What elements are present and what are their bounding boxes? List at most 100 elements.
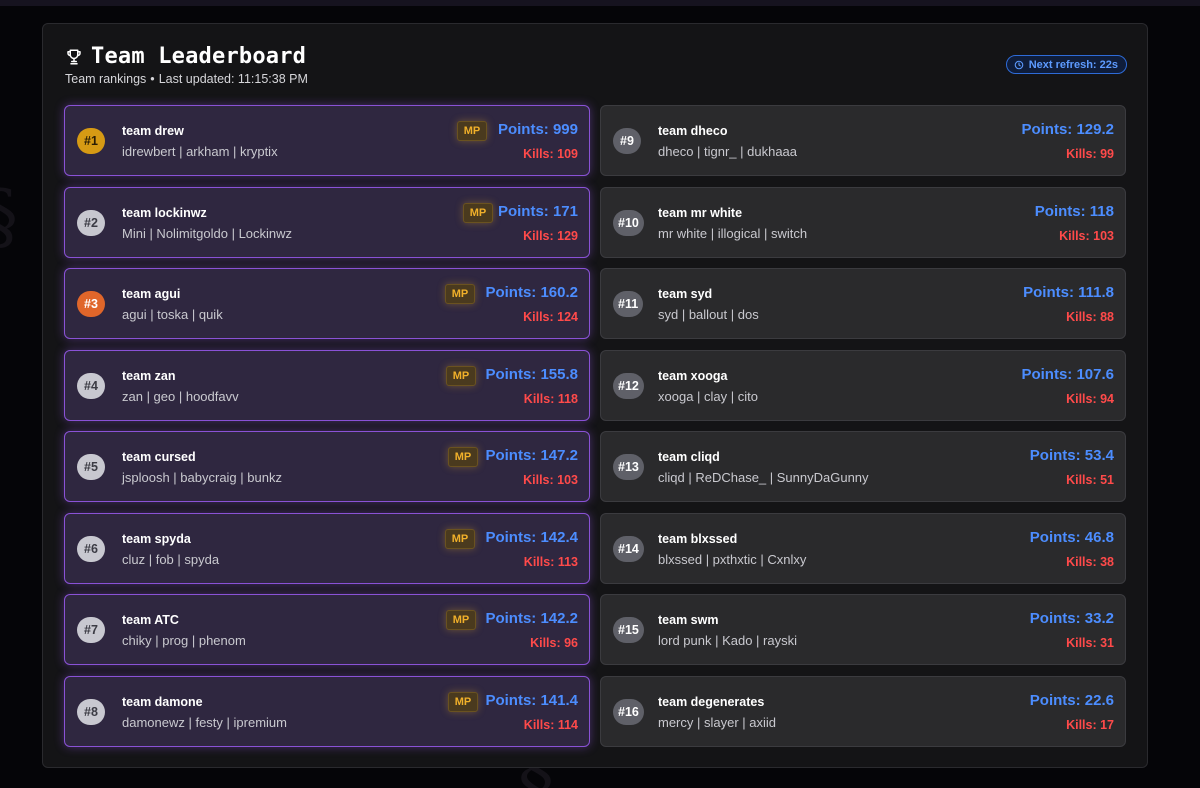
team-points: Points: 129.2 — [1021, 121, 1114, 138]
team-card[interactable]: #2 team lockinwz Mini | Nolimitgoldo | L… — [64, 186, 590, 258]
team-info: team damone damonewz | festy | ipremium — [122, 695, 287, 730]
rank-badge: #8 — [77, 698, 105, 725]
team-info: team mr white mr white | illogical | swi… — [658, 206, 807, 241]
team-card[interactable]: #1 team drew idrewbert | arkham | krypti… — [64, 105, 590, 176]
team-name: team agui — [122, 287, 181, 301]
team-points: Points: 111.8 — [1023, 284, 1114, 301]
team-info: team swm lord punk | Kado | rayski — [658, 613, 797, 648]
rank-badge: #14 — [613, 535, 644, 562]
team-points: Points: 22.6 — [1029, 691, 1114, 709]
refresh-label: Next refresh: 22s — [1028, 58, 1118, 71]
team-kills: Kills: 88 — [1066, 310, 1114, 324]
subtitle-prefix: Team rankings — [65, 72, 147, 86]
team-kills: Kills: 94 — [1066, 391, 1114, 406]
team-players: jsploosh | babycraig | bunkz — [122, 470, 282, 485]
team-kills: Kills: 17 — [1066, 717, 1114, 732]
team-info: team syd syd | ballout | dos — [658, 287, 759, 322]
team-players: lord punk | Kado | rayski — [658, 633, 797, 648]
mp-badge: MP — [448, 447, 478, 467]
team-card[interactable]: #14 team blxssed blxssed | pxthxtic | Cx… — [600, 512, 1126, 584]
team-info: team xooga xooga | clay | cito — [658, 369, 758, 404]
team-kills: Kills: 118 — [523, 391, 578, 406]
team-name: team blxssed — [658, 531, 738, 546]
team-card[interactable]: #6 team spyda cluz | fob | spyda MP Poin… — [64, 512, 590, 584]
team-info: team cliqd cliqd | ReDChase_ | SunnyDaGu… — [658, 450, 869, 485]
team-card[interactable]: #12 team xooga xooga | clay | cito Point… — [600, 349, 1126, 421]
team-name: team syd — [658, 287, 713, 301]
title-row: Team Leaderboard — [65, 44, 308, 69]
team-card[interactable]: #5 team cursed jsploosh | babycraig | bu… — [64, 431, 590, 502]
team-name: team lockinwz — [122, 205, 207, 220]
leaderboard-panel: Team Leaderboard Team rankings • Last up… — [42, 23, 1148, 768]
team-card[interactable]: #11 team syd syd | ballout | dos Points:… — [600, 268, 1126, 339]
team-players: blxssed | pxthxtic | Cxnlxy — [658, 551, 807, 567]
team-card[interactable]: #8 team damone damonewz | festy | ipremi… — [64, 675, 590, 747]
team-info: team agui agui | toska | quik — [122, 287, 223, 322]
team-kills: Kills: 103 — [1059, 228, 1114, 243]
mp-badge: MP — [445, 528, 475, 549]
team-points: Points: 142.2 — [485, 610, 578, 627]
page-title: Team Leaderboard — [91, 44, 307, 69]
team-kills: Kills: 38 — [1066, 554, 1114, 569]
leaderboard-column-right: #9 team dheco dheco | tignr_ | dukhaaa P… — [600, 105, 1126, 757]
team-kills: Kills: 114 — [523, 717, 578, 732]
leaderboard-header: Team Leaderboard Team rankings • Last up… — [65, 44, 308, 86]
team-name: team xooga — [658, 368, 728, 383]
team-info: team cursed jsploosh | babycraig | bunkz — [122, 450, 282, 485]
team-players: Mini | Nolimitgoldo | Lockinwz — [122, 225, 293, 241]
rank-badge: #1 — [77, 128, 105, 154]
team-points: Points: 141.4 — [485, 691, 578, 709]
team-info: team lockinwz Mini | Nolimitgoldo | Lock… — [122, 206, 292, 241]
mp-badge: MP — [448, 691, 478, 712]
team-card[interactable]: #15 team swm lord punk | Kado | rayski P… — [600, 594, 1126, 665]
background-ornament: § — [0, 180, 18, 252]
team-name: team ATC — [122, 613, 179, 627]
team-kills: Kills: 103 — [523, 473, 578, 487]
team-kills: Kills: 96 — [530, 636, 578, 650]
team-info: team blxssed blxssed | pxthxtic | Cxnlxy — [658, 532, 806, 567]
team-info: team zan zan | geo | hoodfavv — [122, 369, 239, 404]
rank-badge: #16 — [613, 698, 644, 725]
team-players: dheco | tignr_ | dukhaaa — [658, 144, 798, 159]
team-name: team mr white — [658, 205, 743, 220]
team-players: zan | geo | hoodfavv — [122, 388, 239, 404]
team-kills: Kills: 113 — [523, 554, 578, 569]
team-kills: Kills: 109 — [523, 147, 578, 161]
team-info: team spyda cluz | fob | spyda — [122, 532, 219, 567]
team-card[interactable]: #13 team cliqd cliqd | ReDChase_ | Sunny… — [600, 431, 1126, 502]
rank-badge: #10 — [613, 209, 644, 236]
clock-icon — [1014, 60, 1024, 69]
team-points: Points: 171 — [497, 202, 578, 220]
last-updated: Last updated: 11:15:38 PM — [158, 72, 308, 86]
team-name: team damone — [122, 694, 203, 709]
team-card[interactable]: #9 team dheco dheco | tignr_ | dukhaaa P… — [600, 105, 1126, 176]
team-players: mr white | illogical | switch — [658, 225, 808, 241]
team-name: team drew — [122, 124, 184, 138]
leaderboard-column-left: #1 team drew idrewbert | arkham | krypti… — [64, 105, 590, 757]
rank-badge: #6 — [77, 535, 105, 562]
team-name: team zan — [122, 368, 176, 383]
team-card[interactable]: #7 team ATC chiky | prog | phenom MP Poi… — [64, 594, 590, 665]
team-players: idrewbert | arkham | kryptix — [122, 144, 278, 159]
refresh-badge[interactable]: Next refresh: 22s — [1005, 55, 1127, 74]
team-points: Points: 999 — [497, 121, 578, 138]
team-card[interactable]: #4 team zan zan | geo | hoodfavv MP Poin… — [64, 349, 590, 421]
rank-badge: #4 — [77, 372, 105, 399]
rank-badge: #12 — [613, 372, 644, 399]
team-name: team dheco — [658, 124, 728, 138]
rank-badge: #2 — [77, 209, 105, 236]
rank-badge: #13 — [613, 454, 644, 480]
mp-badge: MP — [457, 121, 487, 141]
team-kills: Kills: 124 — [523, 310, 578, 324]
team-kills: Kills: 129 — [523, 228, 578, 243]
team-card[interactable]: #16 team degenerates mercy | slayer | ax… — [600, 675, 1126, 747]
team-players: agui | toska | quik — [122, 307, 223, 322]
team-points: Points: 53.4 — [1029, 447, 1114, 464]
team-card[interactable]: #10 team mr white mr white | illogical |… — [600, 186, 1126, 258]
team-points: Points: 118 — [1034, 202, 1114, 220]
team-players: cliqd | ReDChase_ | SunnyDaGunny — [658, 470, 869, 485]
team-players: xooga | clay | cito — [658, 388, 758, 404]
team-players: chiky | prog | phenom — [122, 633, 246, 648]
team-info: team dheco dheco | tignr_ | dukhaaa — [658, 124, 797, 159]
team-card[interactable]: #3 team agui agui | toska | quik MP Poin… — [64, 268, 590, 339]
